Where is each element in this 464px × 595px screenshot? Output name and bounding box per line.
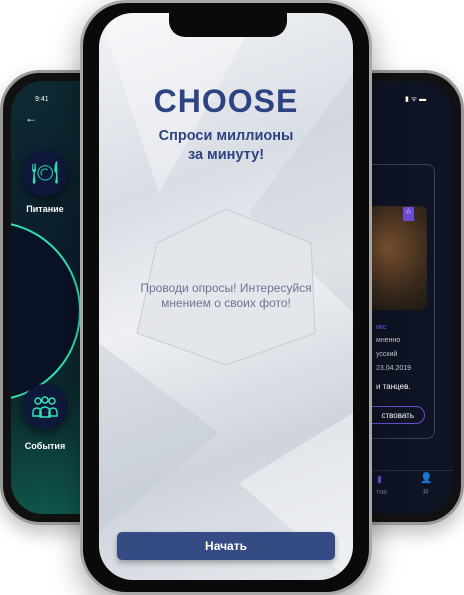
status-time: 9:41 xyxy=(35,96,49,103)
app-logo: CHOOSE xyxy=(153,83,299,119)
nav-label-events[interactable]: тия xyxy=(376,489,387,496)
card-line: мненно xyxy=(376,337,401,344)
plate-cutlery-icon[interactable]: 🍽 xyxy=(22,150,68,196)
status-icons: ▮ ᯤ ▬ xyxy=(405,96,427,103)
center-phone-screen: CHOOSE Спроси миллионы за минуту! Провод… xyxy=(99,13,353,580)
category-label-events: События xyxy=(24,441,66,451)
card-line: икс xyxy=(376,324,387,331)
tagline: Спроси миллионы за минуту! xyxy=(99,127,353,165)
back-arrow-icon[interactable]: ← xyxy=(25,111,37,125)
intro-line: мнением о своих фото! xyxy=(161,296,291,310)
center-phone-mockup: CHOOSE Спроси миллионы за минуту! Провод… xyxy=(80,0,372,595)
tagline-line: Спроси миллионы xyxy=(158,128,294,144)
category-label-food: Питание xyxy=(26,204,64,214)
tagline-line: за минуту! xyxy=(187,147,265,163)
card-line: усский xyxy=(376,351,398,358)
phone-notch xyxy=(169,13,287,37)
star-badge-icon[interactable]: ☆ xyxy=(403,207,414,221)
card-line: 23.04.2019 xyxy=(376,365,412,372)
event-description: и танцев. xyxy=(376,382,411,391)
intro-line: Проводи опросы! Интересуйся xyxy=(140,281,312,295)
progress-ring xyxy=(11,221,81,401)
events-icon[interactable]: ▮ xyxy=(377,474,382,485)
intro-text: Проводи опросы! Интересуйся мнением о св… xyxy=(99,281,353,311)
person-icon[interactable]: 👤 xyxy=(420,473,432,484)
nav-label-me[interactable]: Я xyxy=(423,489,428,496)
people-icon[interactable] xyxy=(22,384,68,430)
start-button[interactable]: Начать xyxy=(117,532,335,560)
